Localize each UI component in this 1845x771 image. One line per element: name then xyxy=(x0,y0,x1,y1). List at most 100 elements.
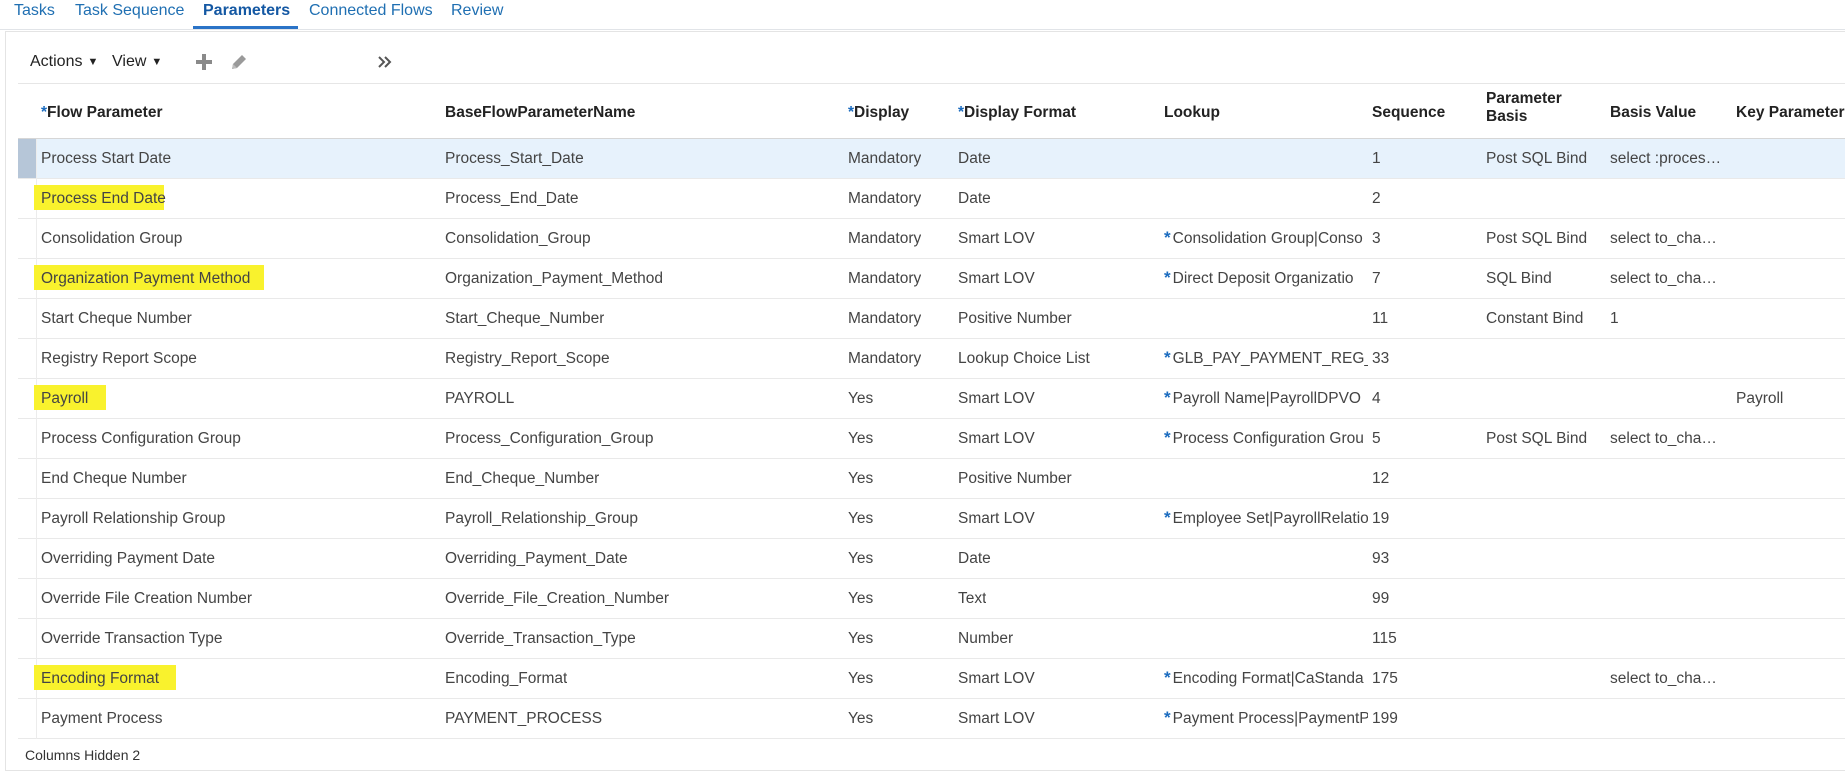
cell-lookup: * Process Configuration Grou xyxy=(1164,428,1368,448)
cell-flow-parameter: Consolidation Group xyxy=(41,230,183,247)
table-row[interactable]: Override Transaction Type Override_Transa… xyxy=(18,619,1845,659)
cell-flow-parameter: Payroll xyxy=(41,390,89,407)
cell-display: Yes xyxy=(848,710,874,727)
columns-hidden-status: Columns Hidden 2 xyxy=(25,747,141,763)
cell-key-parameter: Payroll xyxy=(1736,390,1784,407)
table-row[interactable]: Process Start Date Process_Start_Date Mand… xyxy=(18,139,1845,179)
col-flow-parameter[interactable]: *Flow Parameter xyxy=(41,104,162,122)
cell-base-name: End_Cheque_Number xyxy=(445,470,600,487)
cell-parameter-basis: SQL Bind xyxy=(1486,270,1552,287)
cell-basis-value: select :proces… xyxy=(1610,150,1722,167)
required-marker: * xyxy=(1164,228,1171,247)
cell-sequence: 99 xyxy=(1372,590,1390,607)
view-menu[interactable]: View ▼ xyxy=(112,53,162,71)
cell-flow-parameter: End Cheque Number xyxy=(41,470,187,487)
cell-base-name: Process_Configuration_Group xyxy=(445,430,654,447)
cell-display: Mandatory xyxy=(848,190,922,207)
cell-base-name: Organization_Payment_Method xyxy=(445,270,663,287)
col-display-format[interactable]: *Display Format xyxy=(958,104,1076,122)
col-parameter-basis[interactable]: Parameter Basis xyxy=(1486,90,1562,126)
row-divider xyxy=(36,339,37,379)
cell-lookup-text: Direct Deposit Organizatio xyxy=(1172,270,1354,287)
cell-base-name: Override_Transaction_Type xyxy=(445,630,636,647)
cell-sequence: 1 xyxy=(1372,150,1381,167)
cell-display: Yes xyxy=(848,430,874,447)
cell-sequence: 175 xyxy=(1372,670,1398,687)
cell-flow-parameter: Override File Creation Number xyxy=(41,590,253,607)
pencil-icon[interactable] xyxy=(227,50,251,74)
row-divider xyxy=(36,539,37,579)
table-row[interactable]: Start Cheque Number Start_Cheque_Number Ma… xyxy=(18,299,1845,339)
tab-task-sequence[interactable]: Task Sequence xyxy=(75,2,184,20)
cell-sequence: 4 xyxy=(1372,390,1381,407)
cell-flow-parameter: Payment Process xyxy=(41,710,163,727)
cell-base-name: Process_End_Date xyxy=(445,190,579,207)
table-row[interactable]: Encoding Format Encoding_Format Yes Smart L… xyxy=(18,659,1845,699)
col-lookup[interactable]: Lookup xyxy=(1164,104,1220,122)
cell-lookup-text: Payroll Name|PayrollDPVO xyxy=(1172,390,1361,407)
cell-parameter-basis: Post SQL Bind xyxy=(1486,150,1588,167)
cell-flow-parameter: Organization Payment Method xyxy=(41,270,251,287)
tab-connected-flows[interactable]: Connected Flows xyxy=(309,2,433,20)
cell-sequence: 115 xyxy=(1372,630,1397,647)
parameters-panel: Actions ▼ View ▼ *Flow Parameter BaseFlowP… xyxy=(5,31,1845,771)
cell-display-format: Lookup Choice List xyxy=(958,350,1090,367)
col-display[interactable]: *Display xyxy=(848,104,909,122)
cell-display-format: Positive Number xyxy=(958,470,1072,487)
cell-flow-parameter: Process End Date xyxy=(41,190,166,207)
cell-sequence: 5 xyxy=(1372,430,1381,447)
table-row[interactable]: Payment Process PAYMENT_PROCESS Yes Smart L… xyxy=(18,699,1845,739)
col-display-label: Display xyxy=(854,104,910,121)
tab-review[interactable]: Review xyxy=(451,2,503,20)
table-row[interactable]: Process Configuration Group Process_Confi… xyxy=(18,419,1845,459)
cell-display-format: Date xyxy=(958,150,991,167)
cell-base-name: Process_Start_Date xyxy=(445,150,584,167)
cell-display: Mandatory xyxy=(848,270,922,287)
plus-icon[interactable] xyxy=(192,50,216,74)
col-parameter-basis-line1: Parameter xyxy=(1486,90,1562,107)
table-row[interactable]: Process End Date Process_End_Date Mandator… xyxy=(18,179,1845,219)
row-divider xyxy=(36,579,37,619)
cell-lookup-text: GLB_PAY_PAYMENT_REG_RE xyxy=(1172,350,1368,367)
table-row[interactable]: Registry Report Scope Registry_Report_Sco… xyxy=(18,339,1845,379)
required-marker: * xyxy=(1164,268,1171,287)
cell-lookup: * Payment Process|PaymentP xyxy=(1164,708,1368,728)
cell-display-format: Smart LOV xyxy=(958,670,1035,687)
col-sequence[interactable]: Sequence xyxy=(1372,104,1445,122)
table-row[interactable]: Consolidation Group Consolidation_Group Ma… xyxy=(18,219,1845,259)
table-row[interactable]: Payroll PAYROLL Yes Smart LOV * Payroll Name|… xyxy=(18,379,1845,419)
actions-label: Actions xyxy=(30,53,83,70)
table-row[interactable]: End Cheque Number End_Cheque_Number Yes Pos… xyxy=(18,459,1845,499)
cell-display: Yes xyxy=(848,550,874,567)
cell-sequence: 7 xyxy=(1372,270,1381,287)
row-divider xyxy=(36,139,37,179)
required-marker: * xyxy=(1164,388,1171,407)
cell-sequence: 199 xyxy=(1372,710,1398,727)
table-row[interactable]: Payroll Relationship Group Payroll_Relati… xyxy=(18,499,1845,539)
cell-base-name: PAYROLL xyxy=(445,390,515,407)
col-key-parameter[interactable]: Key Parameter xyxy=(1736,104,1845,122)
cell-base-name: Payroll_Relationship_Group xyxy=(445,510,639,527)
col-base-name[interactable]: BaseFlowParameterName xyxy=(445,104,635,122)
table-row[interactable]: Override File Creation Number Override_Fi… xyxy=(18,579,1845,619)
actions-menu[interactable]: Actions ▼ xyxy=(30,53,98,71)
row-divider xyxy=(36,219,37,259)
cell-sequence: 2 xyxy=(1372,190,1381,207)
chevron-down-icon: ▼ xyxy=(87,56,99,68)
double-chevron-right-icon[interactable] xyxy=(374,50,398,74)
tab-parameters[interactable]: Parameters xyxy=(203,2,290,20)
tab-tasks[interactable]: Tasks xyxy=(14,2,55,20)
cell-display: Yes xyxy=(848,630,874,647)
cell-basis-value: select to_cha… xyxy=(1610,270,1717,287)
required-marker: * xyxy=(1164,708,1171,727)
row-divider xyxy=(36,619,37,659)
table-row[interactable]: Overriding Payment Date Overriding_Paymen… xyxy=(18,539,1845,579)
cell-lookup-text: Consolidation Group|Conso xyxy=(1172,230,1363,247)
cell-sequence: 12 xyxy=(1372,470,1390,487)
cell-parameter-basis: Post SQL Bind xyxy=(1486,230,1588,247)
col-parameter-basis-line2: Basis xyxy=(1486,108,1528,125)
cell-lookup: * Employee Set|PayrollRelatio xyxy=(1164,508,1368,528)
table-row[interactable]: Organization Payment Method Organization_… xyxy=(18,259,1845,299)
col-basis-value[interactable]: Basis Value xyxy=(1610,104,1696,122)
col-flow-parameter-label: Flow Parameter xyxy=(47,104,163,121)
